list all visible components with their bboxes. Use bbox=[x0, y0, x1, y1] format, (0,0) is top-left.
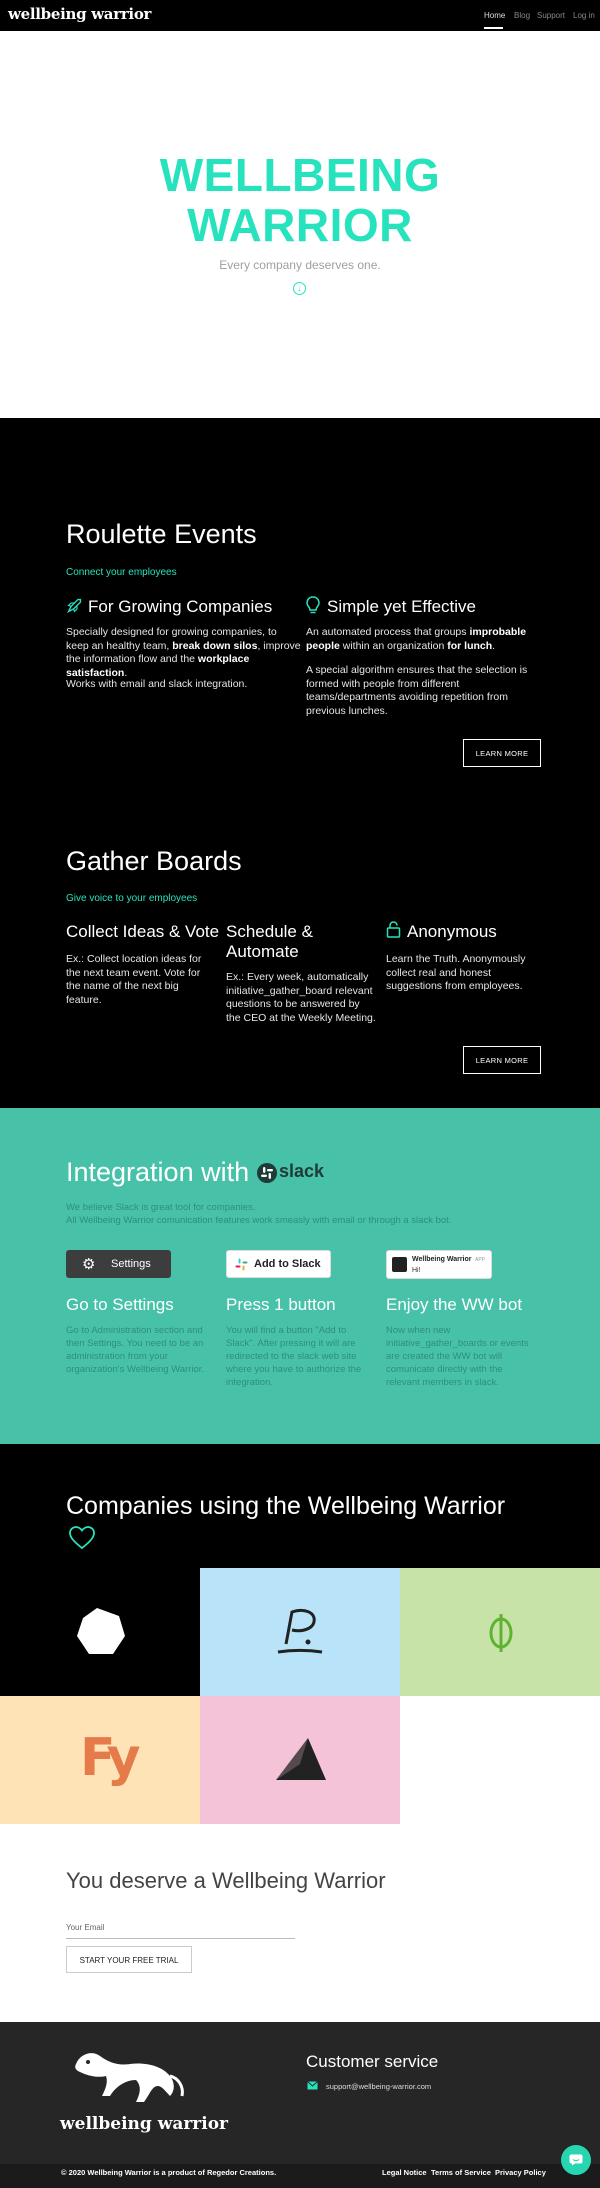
roulette-col2-text2: A special algorithm ensures that the sel… bbox=[306, 664, 528, 717]
company-tile-5 bbox=[200, 1696, 400, 1824]
gather-tagline: Give voice to your employees bbox=[66, 893, 198, 904]
company-logo-hexagon bbox=[77, 1608, 125, 1654]
integration-title: Integration with bbox=[66, 1157, 250, 1187]
step2-text: You will find a button "Add to Slack". A… bbox=[226, 1325, 362, 1388]
company-logo-triangle bbox=[276, 1738, 326, 1780]
heart-icon bbox=[69, 1526, 95, 1550]
top-navbar: wellbeing warrior Home Blog Support Log … bbox=[0, 0, 600, 31]
nav-blog[interactable]: Blog bbox=[514, 11, 530, 20]
hero-title: WELLBEING WARRIOR bbox=[0, 150, 600, 250]
roulette-title: Roulette Events bbox=[66, 519, 257, 549]
free-trial-button[interactable]: START YOUR FREE TRIAL bbox=[66, 1946, 192, 1973]
settings-mock-button: ⚙ Settings bbox=[66, 1250, 171, 1278]
company-tile-6 bbox=[400, 1696, 600, 1824]
add-to-slack-mock-button: Add to Slack bbox=[226, 1250, 331, 1278]
lock-icon bbox=[386, 921, 401, 938]
slack-logo-icon bbox=[235, 1258, 248, 1271]
email-label: Your Email bbox=[66, 1923, 105, 1932]
company-logo-phi bbox=[489, 1614, 513, 1652]
gather-col2-heading: Schedule & Automate bbox=[226, 922, 313, 961]
wolf-logo-icon bbox=[75, 2053, 184, 2102]
gather-title: Gather Boards bbox=[66, 846, 242, 876]
mail-icon bbox=[307, 2081, 318, 2090]
rocket-icon bbox=[67, 598, 82, 613]
support-email-link[interactable]: support@wellbeing-warrior.com bbox=[326, 2082, 431, 2091]
gather-col2-text: Ex.: Every week, automatically initiativ… bbox=[226, 971, 376, 1024]
step2-heading: Press 1 button bbox=[226, 1295, 336, 1314]
roulette-col1-text2: Works with email and slack integration. bbox=[66, 678, 248, 690]
gather-col1-text: Ex.: Collect location ideas for the next… bbox=[66, 953, 202, 1006]
lightbulb-icon bbox=[306, 596, 320, 614]
roulette-learn-more-button[interactable]: LEARN MORE bbox=[463, 739, 541, 767]
chat-widget-button[interactable] bbox=[561, 2145, 591, 2175]
nav-support[interactable]: Support bbox=[537, 11, 565, 20]
company-logo-p bbox=[277, 1608, 323, 1654]
scroll-down-icon[interactable]: ↓ bbox=[293, 282, 306, 295]
gather-learn-more-button[interactable]: LEARN MORE bbox=[463, 1046, 541, 1074]
slack-icon bbox=[257, 1163, 277, 1183]
bot-avatar bbox=[392, 1257, 407, 1272]
customer-service-title: Customer service bbox=[306, 2052, 439, 2071]
bot-message-text: Hi! bbox=[412, 1267, 421, 1274]
gather-col1-heading: Collect Ideas & Vote bbox=[66, 922, 220, 941]
nav-login[interactable]: Log in bbox=[573, 11, 595, 20]
step3-text: Now when new initiative_gather_boards or… bbox=[386, 1325, 529, 1388]
company-tile-1 bbox=[0, 1568, 200, 1696]
roulette-col1-text: Specially designed for growing companies… bbox=[66, 626, 301, 679]
gather-col3-text: Learn the Truth. Anonymously collect rea… bbox=[386, 953, 526, 992]
company-tile-4: Fy bbox=[0, 1696, 200, 1824]
nav-home[interactable]: Home bbox=[484, 11, 505, 20]
copyright-text: © 2020 Wellbeing Warrior is a product of… bbox=[61, 2168, 277, 2177]
add-to-slack-mock-label: Add to Slack bbox=[254, 1258, 321, 1270]
terms-of-service-link[interactable]: Terms of Service bbox=[431, 2168, 491, 2177]
company-tile-3 bbox=[400, 1568, 600, 1696]
company-tile-2 bbox=[200, 1568, 400, 1696]
privacy-policy-link[interactable]: Privacy Policy bbox=[495, 2168, 546, 2177]
step1-heading: Go to Settings bbox=[66, 1295, 174, 1314]
roulette-col2-heading: Simple yet Effective bbox=[327, 597, 476, 616]
roulette-tagline: Connect your employees bbox=[66, 567, 177, 578]
email-input[interactable] bbox=[66, 1938, 295, 1939]
hero-title-line2: WARRIOR bbox=[187, 199, 413, 251]
footer-brand[interactable]: wellbeing warrior bbox=[60, 2114, 228, 2134]
roulette-col2-text: An automated process that groups improba… bbox=[306, 626, 527, 652]
roulette-col1-heading: For Growing Companies bbox=[88, 597, 273, 616]
bot-message-mock: Wellbeing Warrior APP Hi! bbox=[386, 1250, 492, 1279]
slack-wordmark: slack bbox=[279, 1161, 325, 1181]
legal-notice-link[interactable]: Legal Notice bbox=[382, 2168, 427, 2177]
cta-title: You deserve a Wellbeing Warrior bbox=[66, 1868, 386, 1893]
hero-title-line1: WELLBEING bbox=[159, 149, 441, 201]
companies-title: Companies using the Wellbeing Warrior bbox=[66, 1492, 506, 1520]
step3-heading: Enjoy the WW bot bbox=[386, 1295, 523, 1314]
settings-mock-label: Settings bbox=[111, 1258, 151, 1270]
company-logo-fy: Fy bbox=[80, 1728, 141, 1788]
gear-icon: ⚙ bbox=[82, 1256, 96, 1273]
gather-col3-heading: Anonymous bbox=[407, 922, 497, 941]
chat-icon bbox=[569, 2154, 583, 2166]
step1-text: Go to Administration section and then Se… bbox=[66, 1325, 205, 1375]
integration-text-line2: All Wellbeing Warrior comunication featu… bbox=[66, 1215, 452, 1226]
integration-text-line1: We believe Slack is great tool for compa… bbox=[66, 1202, 256, 1213]
hero-subtitle: Every company deserves one. bbox=[219, 258, 381, 272]
nav-active-indicator bbox=[484, 27, 503, 29]
bot-app-badge: APP bbox=[475, 1257, 486, 1263]
bot-name: Wellbeing Warrior bbox=[412, 1256, 472, 1263]
brand-logo[interactable]: wellbeing warrior bbox=[8, 5, 151, 23]
